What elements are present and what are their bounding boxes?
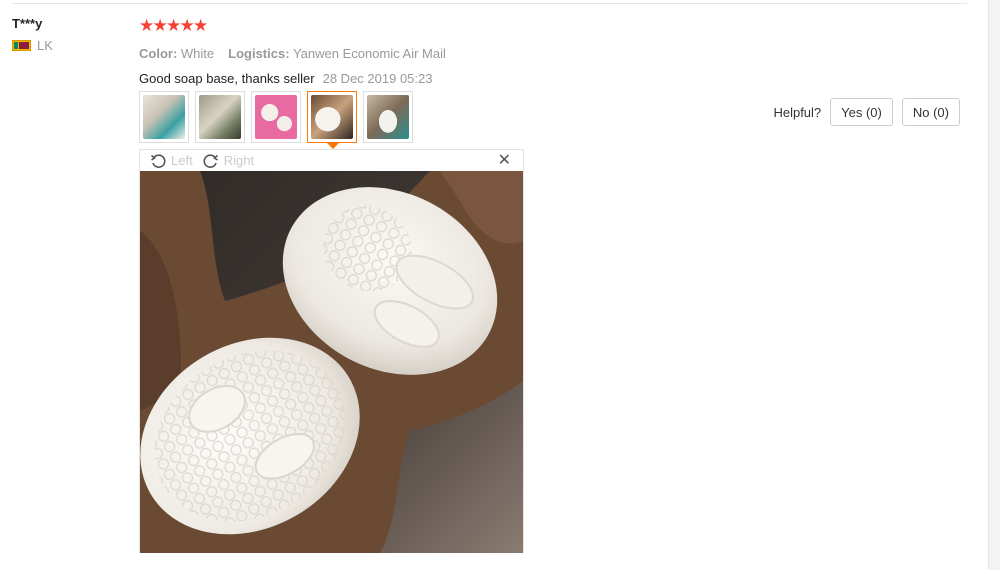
- review-thumbnails: [139, 91, 413, 149]
- thumbnail-1[interactable]: [139, 91, 189, 143]
- buyer-info: T***y LK: [12, 16, 53, 53]
- color-value: White: [180, 46, 215, 61]
- thumbnail-2[interactable]: [195, 91, 245, 143]
- thumbnail-4-selected[interactable]: [307, 91, 357, 149]
- rotate-left-icon: [150, 153, 166, 168]
- thumbnail-image: [143, 95, 185, 139]
- thumbnail-3[interactable]: [251, 91, 301, 143]
- review-comment: Good soap base, thanks seller 28 Dec 201…: [139, 71, 446, 86]
- comment-text: Good soap base, thanks seller: [139, 71, 315, 86]
- helpful-yes-button[interactable]: Yes (0): [830, 98, 893, 126]
- rotate-left-label: Left: [171, 153, 193, 168]
- star-icon: ★: [179, 16, 195, 35]
- country-flag-icon: [12, 40, 31, 51]
- soap-photo-illustration: [140, 171, 523, 553]
- thumbnail-image: [199, 95, 241, 139]
- helpful-vote: Helpful? Yes (0) No (0): [773, 98, 960, 126]
- color-label: Color:: [139, 46, 178, 61]
- review-content: ★★★★★ Color: White Logistics: Yanwen Eco…: [139, 16, 446, 86]
- thumbnail-image: [311, 95, 353, 139]
- rotate-right-label: Right: [223, 153, 255, 168]
- review-photo: [140, 171, 523, 553]
- helpful-label: Helpful?: [773, 104, 822, 120]
- color-attribute: Color: White: [139, 46, 214, 61]
- logistics-value: Yanwen Economic Air Mail: [292, 46, 446, 61]
- thumbnail-5[interactable]: [363, 91, 413, 143]
- rotate-left-button[interactable]: Left: [150, 153, 193, 169]
- top-divider: [12, 3, 967, 4]
- buyer-country: LK: [12, 38, 53, 53]
- logistics-label: Logistics:: [228, 46, 290, 61]
- rotate-right-icon: [203, 153, 218, 168]
- star-icon: ★: [139, 16, 155, 35]
- close-icon[interactable]: ✕: [498, 151, 511, 171]
- thumbnail-image: [255, 95, 297, 139]
- review-date: 28 Dec 2019 05:23: [322, 71, 433, 86]
- viewer-toolbar: Left Right ✕: [140, 150, 523, 171]
- star-rating: ★★★★★: [139, 16, 446, 36]
- page-scrollbar[interactable]: [988, 0, 1000, 570]
- helpful-no-button[interactable]: No (0): [901, 98, 960, 126]
- star-icon: ★: [193, 16, 209, 35]
- country-code: LK: [37, 38, 53, 53]
- image-viewer: Left Right ✕: [139, 149, 524, 553]
- review-meta: Color: White Logistics: Yanwen Economic …: [139, 46, 446, 61]
- star-icon: ★: [166, 16, 182, 35]
- buyer-name: T***y: [12, 16, 43, 31]
- logistics-attribute: Logistics: Yanwen Economic Air Mail: [228, 46, 446, 61]
- star-icon: ★: [152, 16, 168, 35]
- thumbnail-image: [367, 95, 409, 139]
- rotate-right-button[interactable]: Right: [203, 153, 254, 169]
